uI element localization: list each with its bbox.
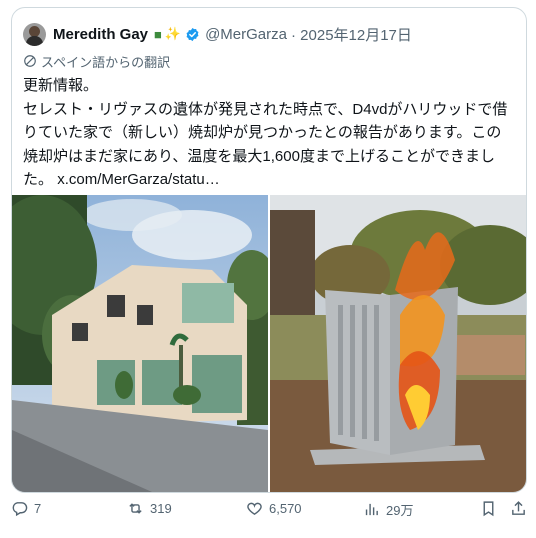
tweet-text-line: 焼却炉はまだ家にあり、温度を最大1,600度まで上げることができまし xyxy=(23,147,495,165)
tweet-text-line: セレスト・リヴァスの遺体が発見された時点で、D4vdがハリウッドで借 xyxy=(23,100,508,118)
tweet-header: Meredith Gay ■ ✨ @MerGarza · 2025年12月17日 xyxy=(23,21,412,47)
reply-button[interactable]: 7 xyxy=(11,500,41,517)
tweet-text: 更新情報。 セレスト・リヴァスの遺体が発見された時点で、D4vdがハリウッドで借… xyxy=(23,74,517,192)
house-photo-image xyxy=(12,195,268,492)
translation-label: スペイン語からの翻訳 xyxy=(41,54,171,70)
heart-icon xyxy=(247,502,262,516)
tweet-text-line-end: た。 xyxy=(23,171,54,188)
views-bar-chart-icon xyxy=(365,503,378,516)
tweet-card[interactable]: Meredith Gay ■ ✨ @MerGarza · 2025年12月17日… xyxy=(11,7,527,493)
tweet-text-line: 更新情報。 xyxy=(23,77,99,94)
incinerator-photo[interactable] xyxy=(270,195,526,492)
author-handle[interactable]: @MerGarza xyxy=(205,26,287,43)
author-name[interactable]: Meredith Gay xyxy=(53,26,148,43)
reply-count: 7 xyxy=(34,501,42,516)
tweet-date[interactable]: · 2025年12月17日 xyxy=(291,24,412,45)
view-count: 29万 xyxy=(386,503,414,518)
tweet-actions: 7 319 6,570 29万 xyxy=(0,496,536,522)
translate-globe-icon xyxy=(24,55,36,67)
like-count: 6,570 xyxy=(269,501,302,516)
bookmark-icon xyxy=(483,501,494,517)
verified-badge-icon xyxy=(186,27,199,41)
house-photo[interactable] xyxy=(12,195,268,492)
translation-note[interactable]: スペイン語からの翻訳 xyxy=(23,52,170,70)
repost-icon xyxy=(129,503,142,514)
like-button[interactable]: 6,570 xyxy=(246,500,302,517)
views-button[interactable]: 29万 xyxy=(363,500,413,519)
sparkles-emoji-icon: ✨ xyxy=(164,26,182,41)
repost-button[interactable]: 319 xyxy=(127,500,172,517)
tweet-media xyxy=(12,195,526,492)
bookmark-button[interactable] xyxy=(480,500,503,517)
tweet-link[interactable]: x.com/MerGarza/statu… xyxy=(57,171,220,188)
share-icon xyxy=(512,501,525,515)
incinerator-photo-image xyxy=(270,195,526,492)
tweet-text-line-last: た。 x.com/MerGarza/statu… xyxy=(23,168,517,192)
reply-icon xyxy=(12,502,28,517)
repost-count: 319 xyxy=(150,501,172,516)
couch-emoji-icon: ■ xyxy=(154,26,162,42)
tweet-text-line: りていた家で（新しい）焼却炉が見つかったとの報告があります。この xyxy=(23,124,502,141)
author-avatar[interactable] xyxy=(23,22,46,46)
share-button[interactable] xyxy=(510,500,533,517)
